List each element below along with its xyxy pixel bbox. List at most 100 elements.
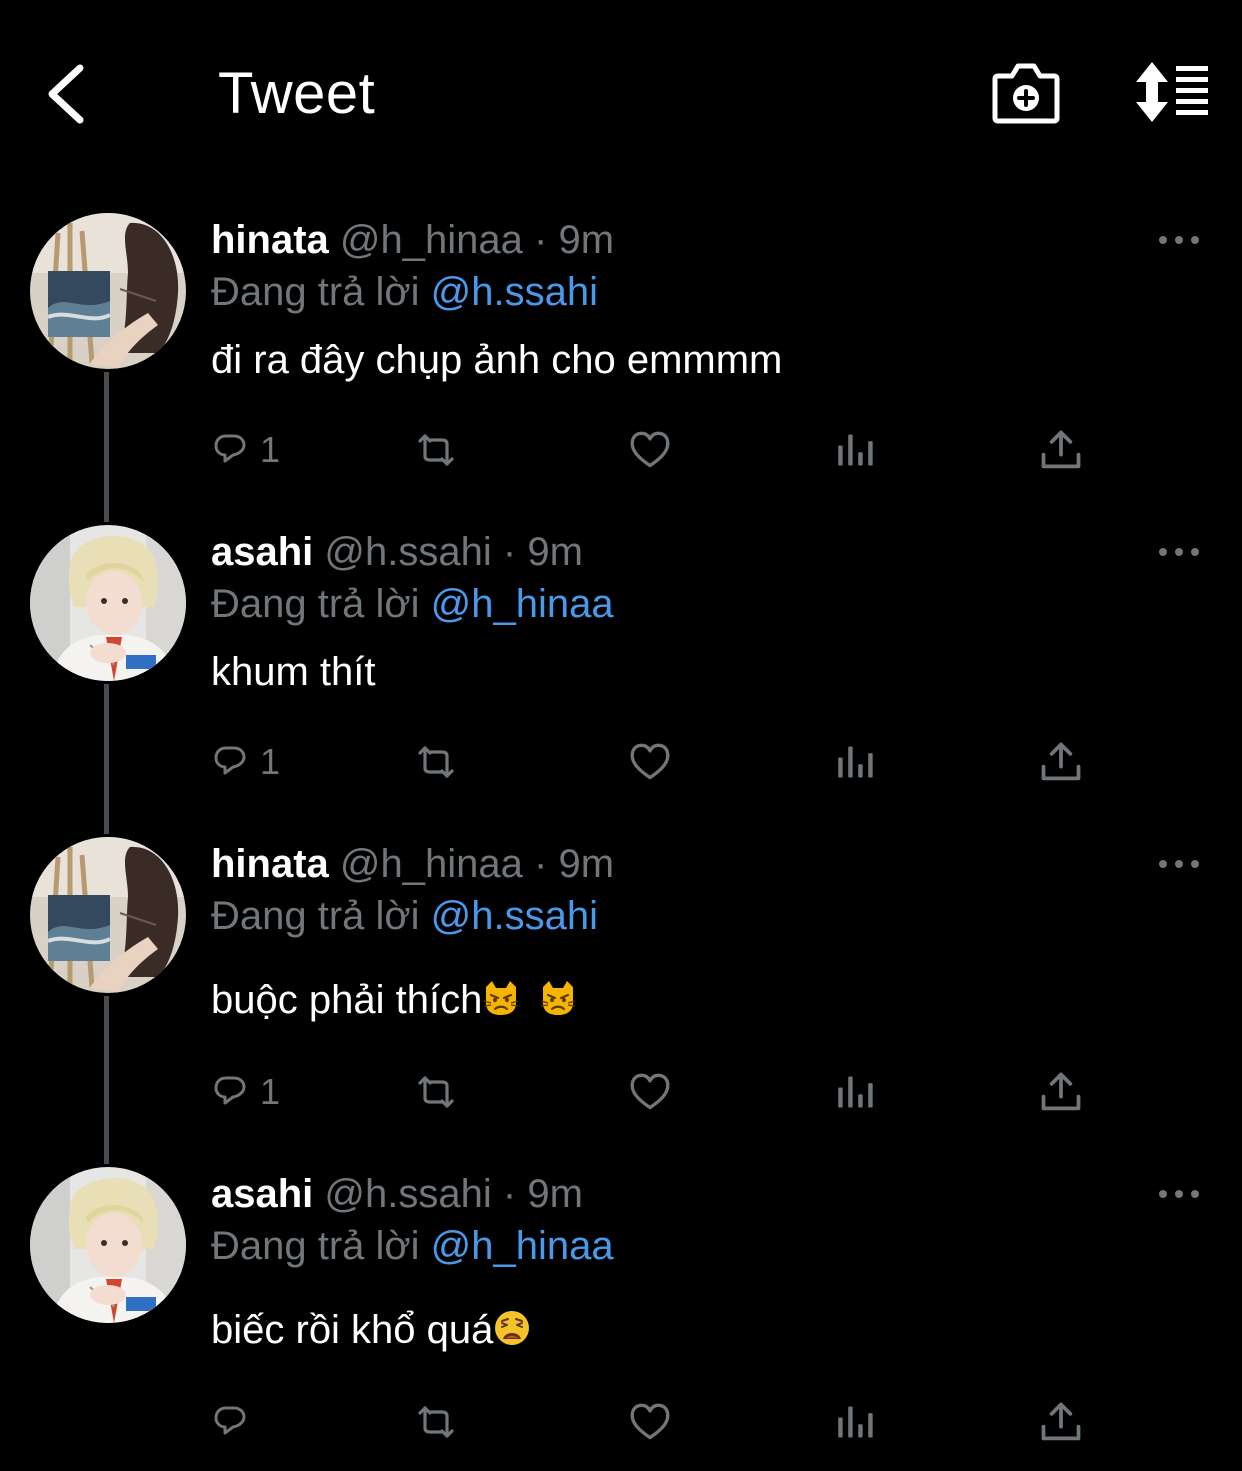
retweet-icon [418,434,454,466]
like-icon [630,743,670,780]
author-name[interactable]: asahi [211,530,313,574]
sort-list-icon [1136,62,1208,122]
tweet-actions: 1 [0,420,1242,480]
more-icon [1159,1190,1199,1198]
back-button[interactable] [40,58,100,130]
tweet-text: buộc phải thích [211,978,483,1022]
share-icon [1041,430,1081,469]
tweet-actions [0,1392,1242,1452]
author-name[interactable]: asahi [211,1172,313,1216]
tweet-text: biếc rồi khổ quá [211,1308,494,1352]
more-icon [1159,860,1199,868]
reply-icon [214,1406,246,1435]
reply-context: Đang trả lời @h.ssahi [211,890,598,942]
reply-mention-link[interactable]: @h_hinaa [431,582,614,626]
more-icon [1159,548,1199,556]
reply-mention-link[interactable]: @h.ssahi [431,270,598,314]
author-name[interactable]: hinata [211,218,329,262]
avatar[interactable] [30,1167,186,1323]
analytics-icon [838,1076,873,1108]
reply-count: 1 [260,1071,281,1112]
camera-button[interactable] [990,60,1062,126]
analytics-button[interactable] [836,1392,876,1452]
more-options-button[interactable] [1156,1184,1202,1204]
tweet-actions: 1 [0,732,1242,792]
timestamp[interactable]: 9m [558,218,614,262]
share-button[interactable] [1040,1392,1082,1452]
share-button[interactable] [1040,420,1082,480]
reply-mention-link[interactable]: @h_hinaa [431,1224,614,1268]
reply-button[interactable]: 1 [214,732,280,792]
more-icon [1159,236,1199,244]
share-icon [1041,1402,1081,1441]
reply-prefix: Đang trả lời [211,894,420,938]
separator: · [534,842,548,886]
retweet-icon [418,1406,454,1438]
top-navigation-bar: Tweet [0,0,1242,190]
reply-button[interactable] [214,1392,260,1452]
weary-face-emoji [494,1310,531,1346]
timestamp[interactable]: 9m [558,842,614,886]
analytics-icon [838,434,873,466]
retweet-icon [418,1076,454,1108]
reply-button[interactable]: 1 [214,1062,280,1122]
camera-add-icon [992,63,1060,124]
reply-context: Đang trả lời @h_hinaa [211,1220,614,1272]
author-handle[interactable]: @h.ssahi [324,1172,491,1216]
reply-button[interactable]: 1 [214,420,280,480]
page-title: Tweet [218,61,376,126]
tweet-header: hinata @h_hinaa · 9m [211,838,614,890]
share-button[interactable] [1040,1062,1082,1122]
like-icon [630,1403,670,1440]
tweet-text-container: biếc rồi khổ quá [211,1304,531,1356]
reply-count: 1 [260,429,281,470]
like-icon [630,431,670,468]
reply-count: 1 [260,741,281,782]
avatar[interactable] [30,525,186,681]
reply-context: Đang trả lời @h.ssahi [211,266,598,318]
author-handle[interactable]: @h.ssahi [324,530,491,574]
separator: · [502,530,517,574]
analytics-icon [838,746,873,778]
more-options-button[interactable] [1156,542,1202,562]
more-options-button[interactable] [1156,230,1202,250]
sort-button[interactable] [1128,60,1212,124]
share-icon [1041,742,1081,781]
separator: · [534,218,548,262]
reply-icon [214,746,246,775]
avatar[interactable] [30,213,186,369]
author-name[interactable]: hinata [211,842,329,886]
chevron-left-icon [48,64,84,124]
like-icon [630,1073,670,1110]
timestamp[interactable]: 9m [527,530,583,574]
reply-mention-link[interactable]: @h.ssahi [431,894,598,938]
timestamp[interactable]: 9m [527,1172,583,1216]
reply-icon [214,1076,246,1105]
pouting-cat-emoji [483,979,520,1017]
tweet-header: asahi @h.ssahi · 9m [211,1168,583,1220]
retweet-button[interactable] [416,1392,456,1452]
tweet-header: asahi @h.ssahi · 9m [211,526,583,578]
retweet-button[interactable] [416,420,456,480]
retweet-button[interactable] [416,1062,456,1122]
like-button[interactable] [628,1062,672,1122]
analytics-button[interactable] [836,1062,876,1122]
author-handle[interactable]: @h_hinaa [340,842,523,886]
more-options-button[interactable] [1156,854,1202,874]
like-button[interactable] [628,1392,672,1452]
tweet-text-container: buộc phải thích [211,974,577,1026]
reply-prefix: Đang trả lời [211,270,420,314]
tweet-actions: 1 [0,1062,1242,1122]
author-handle[interactable]: @h_hinaa [340,218,523,262]
share-button[interactable] [1040,732,1082,792]
reply-context: Đang trả lời @h_hinaa [211,578,614,630]
like-button[interactable] [628,420,672,480]
analytics-button[interactable] [836,732,876,792]
retweet-button[interactable] [416,732,456,792]
reply-icon [214,434,246,463]
avatar[interactable] [30,837,186,993]
analytics-button[interactable] [836,420,876,480]
reply-prefix: Đang trả lời [211,1224,420,1268]
tweet-header: hinata @h_hinaa · 9m [211,214,614,266]
like-button[interactable] [628,732,672,792]
